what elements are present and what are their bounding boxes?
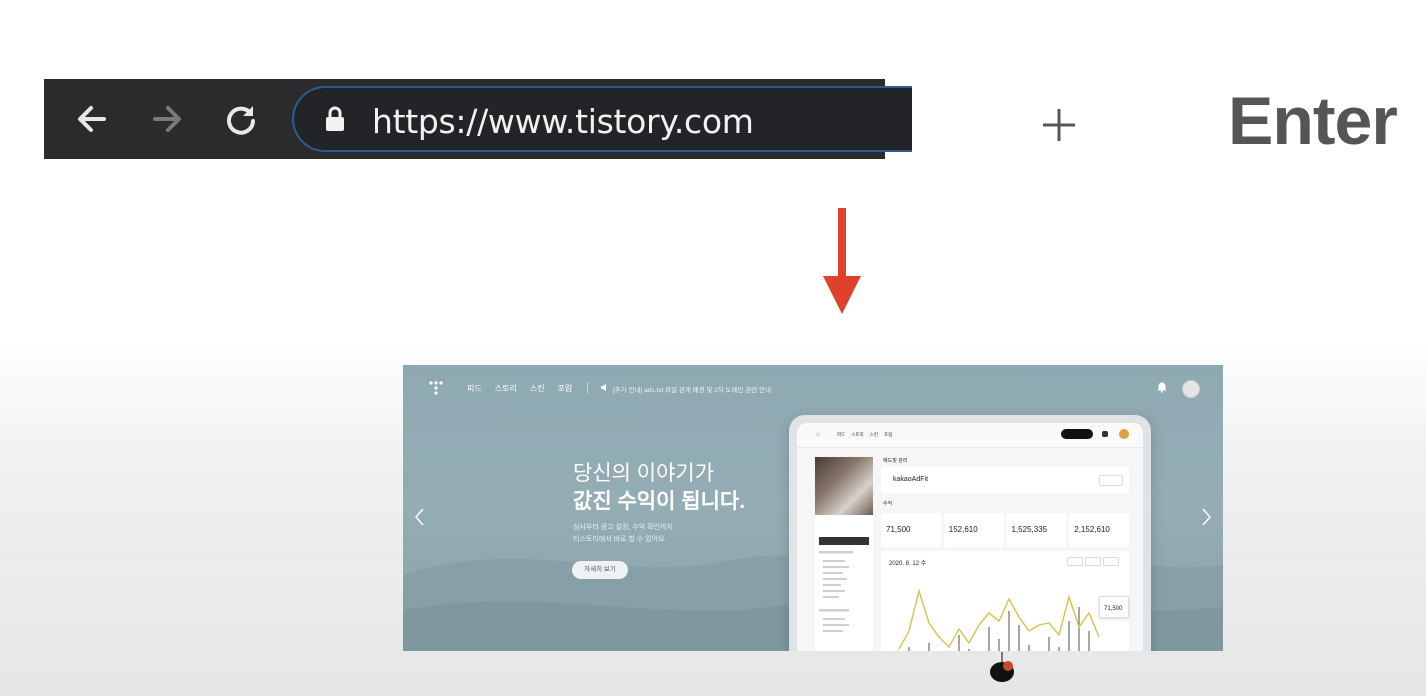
notice-link[interactable]: [추가 안내] ads.txt 파일 관계 배경 및 2차 도메인 관련 안내 [613,384,771,394]
adfit-logo: kakaoAdFit [893,476,929,483]
forward-button[interactable] [147,99,187,139]
reload-icon [227,106,255,135]
revenue-card: 71,500 [881,513,941,547]
tablet-main: 애드핏 관리 kakaoAdFit 수익 71,500 152,610 1,52… [881,457,1129,651]
bell-icon[interactable] [1157,382,1167,393]
adfit-section-title: 애드핏 관리 [883,458,908,464]
revenue-card: 1,525,335 [1006,513,1067,547]
blog-cover-photo [815,457,873,515]
browser-toolbar: https://www.tistory.com [44,79,912,159]
tablet-mockup: ⁘ 피드 스토리 스킨 포럼 애드핏 관리 kakaoAdFit 수익 71,5… [789,415,1151,651]
plus-icon [1043,109,1075,141]
sidebar-write-bar [819,537,869,545]
chevron-right-icon[interactable] [1199,507,1213,527]
nav-feed[interactable]: 피드 [467,383,482,394]
tistory-logo-icon[interactable] [429,381,443,395]
tablet-write-pill [1061,429,1093,439]
arrow-left-icon [78,106,106,132]
nav-story[interactable]: 스토리 [495,383,517,394]
enter-key-label: Enter [1228,83,1398,159]
tablet-nav: 피드 스토리 스킨 포럼 [837,432,892,438]
revenue-cards: 71,500 152,610 1,525,335 2,152,610 [881,513,1129,547]
tablet-sidebar [815,457,873,651]
url-text: https://www.tistory.com [372,102,754,141]
nav-forum[interactable]: 포럼 [558,383,573,394]
tablet-nav-feed: 피드 [837,432,846,437]
sidebar-menu-lines [819,551,853,632]
avatar[interactable] [1182,380,1200,398]
arrow-down-icon [823,208,861,314]
hero-headline-1: 당신의 이야기가 [573,462,715,485]
tablet-bell-icon [1102,431,1108,437]
address-bar[interactable]: https://www.tistory.com [292,86,912,152]
top-nav: 피드 스토리 스킨 포럼 [467,383,572,394]
revenue-chart-graphic [898,588,1100,651]
revenue-chart: 2020. 8. 12 수 71,500 [881,551,1129,651]
arrow-right-icon [153,106,181,132]
tablet-logo-icon: ⁘ [815,432,821,439]
reload-button[interactable] [221,99,261,139]
revenue-title: 수익 [883,501,893,507]
revenue-value: 71,500 [886,525,911,534]
revenue-value: 152,610 [948,525,978,534]
hero-subtext-1: 심사부터 광고 설정, 수익 확인까지 [573,524,673,531]
details-button[interactable]: 자세히 보기 [572,561,628,579]
tablet-screen: ⁘ 피드 스토리 스킨 포럼 애드핏 관리 kakaoAdFit 수익 71,5… [797,423,1143,651]
chart-tooltip: 71,500 [1099,596,1129,618]
speaker-icon [601,384,606,391]
revenue-value: 1,525,335 [1011,525,1048,534]
tablet-nav-skin: 스킨 [869,432,878,437]
back-button[interactable] [72,99,112,139]
tablet-avatar [1119,429,1129,439]
adfit-card: kakaoAdFit [881,467,1129,493]
lock-icon [326,106,344,131]
cursor-icon [990,652,1014,682]
tooltip-value: 71,500 [1104,606,1123,612]
chevron-left-icon[interactable] [413,507,427,527]
tablet-nav-forum: 포럼 [883,432,893,437]
nav-skin[interactable]: 스킨 [530,383,545,394]
revenue-value: 2,152,610 [1074,525,1110,534]
hero-headline-2: 값진 수익이 됩니다. [573,490,746,513]
revenue-card: 2,152,610 [1069,513,1129,547]
tablet-header: ⁘ 피드 스토리 스킨 포럼 [797,423,1143,448]
nav-divider [587,382,588,393]
adfit-settings-button [1099,475,1123,486]
tablet-nav-story: 스토리 [851,432,864,437]
tistory-homepage-screenshot: 피드 스토리 스킨 포럼 [추가 안내] ads.txt 파일 관계 배경 및 … [403,365,1223,651]
revenue-card: 152,610 [943,513,1004,547]
hero-subtext-2: 티스토리에서 바로 할 수 있어요. [573,536,667,543]
